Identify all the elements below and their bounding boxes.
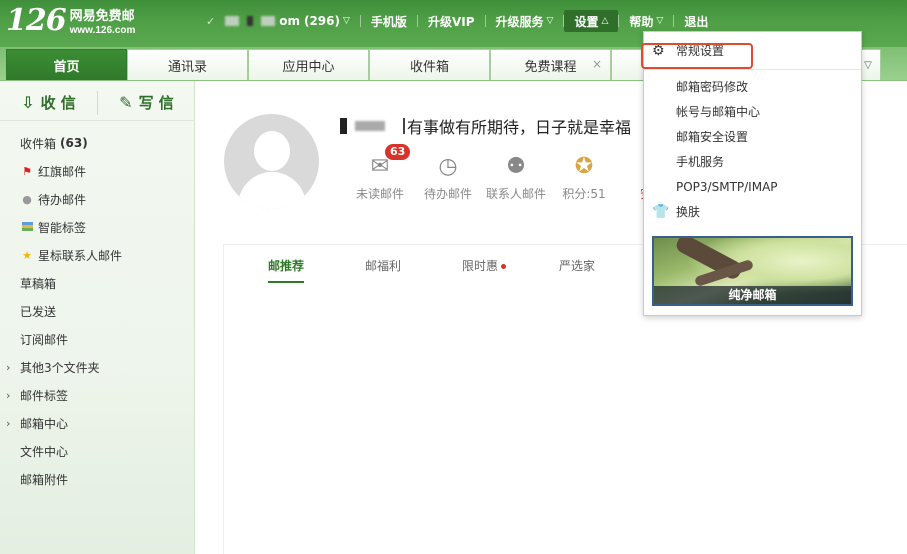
chevron-right-icon: › bbox=[6, 416, 11, 430]
menu-mobile-service[interactable]: 手机服务 bbox=[644, 149, 861, 174]
subtab-limited-deals[interactable]: 限时惠 bbox=[462, 257, 559, 285]
greeting-text: 有事做有所期待，日子就是幸福 bbox=[407, 118, 632, 137]
subtab-benefits[interactable]: 邮福利 bbox=[365, 257, 462, 285]
chevron-down-icon: ▽ bbox=[864, 59, 872, 71]
greeting: 有事做有所期待，日子就是幸福 bbox=[340, 115, 631, 137]
menu-account-center[interactable]: 帐号与邮箱中心 bbox=[644, 99, 861, 124]
tab-inbox[interactable]: 收件箱 bbox=[369, 49, 490, 80]
folder-file-center[interactable]: 文件中心 bbox=[0, 437, 195, 465]
account-menu[interactable]: ✓ om (296) ▽ bbox=[196, 10, 360, 32]
settings-menu[interactable]: 设置 △ bbox=[564, 10, 619, 32]
folder-starred-contacts[interactable]: ★ 星标联系人邮件 bbox=[0, 241, 195, 269]
clock-icon: ● bbox=[22, 192, 32, 206]
new-dot bbox=[501, 264, 507, 269]
settings-dropdown: ⚙ 常规设置 邮箱密码修改 帐号与邮箱中心 邮箱安全设置 手机服务 POP3/S… bbox=[641, 31, 862, 316]
close-icon[interactable]: × bbox=[592, 57, 602, 71]
account-mail-count: (296) bbox=[303, 14, 340, 28]
logo-number: 126 bbox=[6, 3, 67, 38]
folder-attachments[interactable]: 邮箱附件 bbox=[0, 465, 195, 493]
subtab-recommend[interactable]: 邮推荐 bbox=[268, 257, 365, 285]
star-icon: ★ bbox=[22, 248, 32, 262]
tag-icon bbox=[21, 221, 33, 231]
logo-name: 网易免费邮 bbox=[69, 9, 135, 24]
folder-flagged[interactable]: ⚑ 红旗邮件 bbox=[0, 157, 195, 185]
upgrade-vip-link[interactable]: 升级VIP bbox=[418, 10, 485, 32]
account-name-redacted bbox=[225, 16, 240, 26]
chevron-down-icon: ▽ bbox=[343, 16, 350, 26]
chevron-right-icon: › bbox=[6, 388, 11, 402]
skin-preview[interactable]: 纯净邮箱 bbox=[652, 236, 853, 306]
coin-icon: ✪ bbox=[574, 153, 594, 179]
contact-star-icon: ⚉ bbox=[506, 153, 526, 179]
avatar[interactable] bbox=[224, 114, 319, 209]
skin-label: 纯净邮箱 bbox=[654, 286, 851, 304]
tab-free-course[interactable]: 免费课程 × bbox=[490, 49, 611, 80]
folder-todo[interactable]: ● 待办邮件 bbox=[0, 185, 195, 213]
folder-inbox[interactable]: 收件箱 (63) bbox=[0, 129, 195, 157]
menu-general-settings[interactable]: ⚙ 常规设置 bbox=[641, 38, 861, 69]
folder-drafts[interactable]: 草稿箱 bbox=[0, 269, 195, 297]
top-nav: ✓ om (296) ▽ 手机版 升级VIP 升级服务 ▽ 设置 △ 帮助 ▽ 退出 bbox=[196, 10, 718, 32]
gear-icon: ⚙ bbox=[652, 43, 665, 59]
stat-points[interactable]: ✪ 积分:51 bbox=[550, 151, 618, 202]
tab-home[interactable]: 首页 bbox=[6, 49, 127, 80]
subtab-yanxuan[interactable]: 严选家 bbox=[559, 257, 656, 285]
recommend-tabs: 邮推荐 邮福利 限时惠 严选家 bbox=[268, 257, 656, 285]
username-redacted bbox=[340, 118, 347, 134]
stat-contacts[interactable]: ⚉ 联系人邮件 bbox=[482, 151, 550, 202]
tab-contacts[interactable]: 通讯录 bbox=[127, 49, 248, 80]
account-check-icon: ✓ bbox=[206, 14, 216, 28]
folder-sent[interactable]: 已发送 bbox=[0, 297, 195, 325]
clock-icon: ◷ bbox=[438, 153, 458, 179]
inbox-count: (63) bbox=[60, 136, 88, 150]
folder-subscriptions[interactable]: 订阅邮件 bbox=[0, 325, 195, 353]
stat-todo[interactable]: ◷ 待办邮件 bbox=[414, 151, 482, 202]
upgrade-service-menu[interactable]: 升级服务 ▽ bbox=[486, 10, 564, 32]
folder-mail-tags[interactable]: › 邮件标签 bbox=[0, 381, 195, 409]
tshirt-icon: 👕 bbox=[652, 204, 670, 220]
logout-link[interactable]: 退出 bbox=[674, 10, 718, 32]
red-flag-icon: ⚑ bbox=[22, 164, 32, 178]
stats-row: ✉ 63 未读邮件 ◷ 待办邮件 ⚉ 联系人邮件 ✪ 积分:51 ⛉ 安全 bbox=[346, 143, 686, 202]
menu-change-skin[interactable]: 👕 换肤 bbox=[644, 199, 861, 224]
menu-change-password[interactable]: 邮箱密码修改 bbox=[644, 74, 861, 99]
compose-mail-button[interactable]: ✎ 写 信 bbox=[98, 85, 195, 120]
tab-app-center[interactable]: 应用中心 bbox=[248, 49, 369, 80]
chevron-up-icon: △ bbox=[601, 16, 609, 26]
edit-icon: ✎ bbox=[119, 93, 133, 112]
account-suffix: om bbox=[279, 14, 300, 28]
unread-badge: 63 bbox=[384, 143, 412, 161]
folder-list: 收件箱 (63) ⚑ 红旗邮件 ● 待办邮件 智能标签 ★ 星标联系人邮件 草稿… bbox=[0, 129, 195, 493]
chevron-right-icon: › bbox=[6, 360, 11, 374]
help-menu[interactable]: 帮助 ▽ bbox=[619, 10, 673, 32]
sidebar: ⇩ 收 信 ✎ 写 信 收件箱 (63) ⚑ 红旗邮件 ● 待办邮件 智能标签 … bbox=[0, 81, 195, 554]
logo[interactable]: 126 网易免费邮 www.126.com bbox=[6, 4, 135, 40]
logo-url: www.126.com bbox=[69, 25, 136, 36]
stat-unread[interactable]: ✉ 63 未读邮件 bbox=[346, 143, 414, 202]
chevron-down-icon: ▽ bbox=[656, 16, 664, 26]
chevron-down-icon: ▽ bbox=[546, 16, 554, 26]
folder-smart-tags[interactable]: 智能标签 bbox=[0, 213, 195, 241]
folder-mailbox-center[interactable]: › 邮箱中心 bbox=[0, 409, 195, 437]
mobile-version-link[interactable]: 手机版 bbox=[361, 10, 417, 32]
folder-other-folders[interactable]: › 其他3个文件夹 bbox=[0, 353, 195, 381]
menu-pop3-smtp-imap[interactable]: POP3/SMTP/IMAP bbox=[644, 174, 861, 199]
menu-security-settings[interactable]: 邮箱安全设置 bbox=[644, 124, 861, 149]
receive-mail-button[interactable]: ⇩ 收 信 bbox=[0, 85, 97, 120]
download-icon: ⇩ bbox=[21, 93, 35, 112]
